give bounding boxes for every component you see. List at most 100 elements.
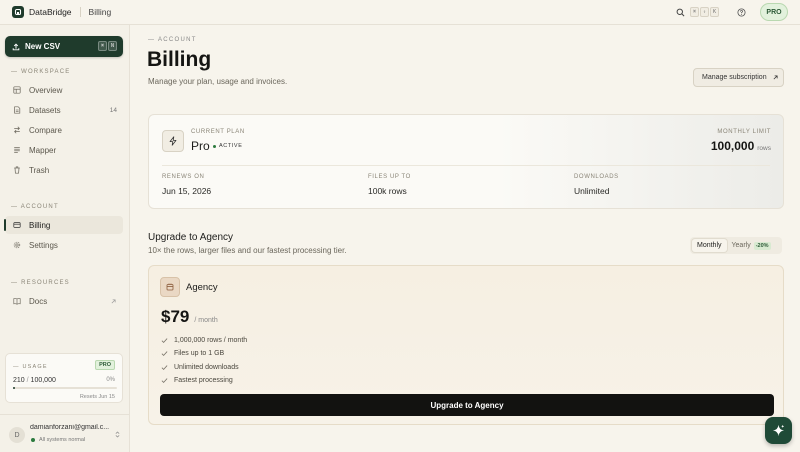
billing-yearly-option[interactable]: Yearly -20% (727, 239, 776, 252)
new-csv-shortcut: ⌘ N (97, 41, 117, 51)
agency-plan-name: Agency (186, 282, 218, 293)
shortcut-key: ⌘ (97, 41, 107, 51)
gear-icon (13, 241, 21, 249)
billing-monthly-option[interactable]: Monthly (692, 239, 727, 252)
user-email: damianforzani@gmail.c... (30, 424, 110, 431)
agency-price: $79 / month (161, 307, 218, 327)
sidebar-item-trash[interactable]: Trash (5, 161, 123, 179)
sidebar-item-billing[interactable]: Billing (4, 216, 123, 234)
usage-percent: 0% (106, 377, 115, 383)
building-icon (160, 277, 180, 297)
grid-icon (13, 86, 21, 94)
sidebar-item-datasets[interactable]: Datasets 14 (5, 101, 123, 119)
databridge-logo-icon (12, 6, 24, 18)
list-item: Files up to 1 GB (161, 347, 247, 360)
feature-label: Files up to 1 GB (174, 350, 225, 358)
agency-feature-list: 1,000,000 rows / month Files up to 1 GB … (161, 334, 247, 387)
main-content: — ACCOUNT Billing Manage your plan, usag… (130, 25, 800, 452)
upgrade-section-title: Upgrade to Agency (148, 232, 234, 243)
page-title: Billing (147, 48, 212, 71)
feature-label: Unlimited downloads (174, 363, 239, 371)
plan-stat-files: FILES UP TO 100k rows (368, 174, 411, 196)
check-icon (161, 338, 168, 344)
sidebar-item-mapper[interactable]: Mapper (5, 141, 123, 159)
billing-period-toggle: Monthly Yearly -20% (690, 237, 782, 254)
brand[interactable]: DataBridge (12, 6, 72, 18)
upgrade-to-agency-button[interactable]: Upgrade to Agency (160, 394, 774, 416)
user-menu[interactable]: D damianforzani@gmail.c... All systems n… (0, 414, 130, 452)
stat-label: FILES UP TO (368, 174, 411, 180)
list-item: Fastest processing (161, 374, 247, 387)
sparkle-icon (772, 424, 785, 437)
shortcut-key: N (107, 41, 117, 51)
feature-label: 1,000,000 rows / month (174, 337, 248, 345)
manage-subscription-button[interactable]: Manage subscription (693, 68, 784, 87)
usage-limit: 100,000 (30, 377, 56, 384)
sidebar: New CSV ⌘ N — WORKSPACE Overview Dataset… (0, 25, 130, 452)
upload-icon (12, 43, 20, 50)
shortcut-key: K (709, 7, 719, 17)
page-subtitle: Manage your plan, usage and invoices. (148, 77, 288, 86)
top-bar: DataBridge Billing ⌘ ⇧ K PRO (0, 0, 800, 25)
breadcrumb-current-page: Billing (88, 7, 112, 17)
plan-stat-renews: RENEWS ON Jun 15, 2026 (162, 174, 211, 196)
stat-value: 100k rows (368, 186, 407, 196)
sidebar-section-resources: — RESOURCES (11, 280, 70, 286)
sparkle-assistant-button[interactable] (765, 417, 792, 444)
stat-label: DOWNLOADS (574, 174, 619, 180)
shortcut-key: ⇧ (699, 7, 709, 17)
current-plan-card: CURRENT PLAN Pro ACTIVE MONTHLY LIMIT 10… (148, 114, 784, 209)
plan-stat-downloads: DOWNLOADS Unlimited (574, 174, 619, 196)
book-icon (13, 298, 21, 305)
new-csv-button[interactable]: New CSV ⌘ N (5, 36, 123, 57)
page-eyebrow: — ACCOUNT (148, 37, 197, 43)
chevron-up-down-icon (115, 431, 120, 438)
list-item: 1,000,000 rows / month (161, 334, 247, 347)
datasets-count-badge: 14 (109, 106, 117, 114)
plan-status-text: ACTIVE (219, 143, 243, 149)
search-shortcut: ⌘ ⇧ K (689, 7, 719, 17)
file-icon (14, 106, 21, 114)
current-plan-name: Pro (191, 139, 210, 153)
sidebar-item-label: Trash (29, 165, 50, 175)
help-icon[interactable] (737, 7, 746, 17)
monthly-limit: 100,000 rows (711, 139, 771, 153)
stat-value: Jun 15, 2026 (162, 186, 212, 196)
status-dot (31, 438, 35, 442)
system-status-text: All systems normal (39, 437, 86, 443)
check-icon (161, 365, 168, 370)
sidebar-item-compare[interactable]: Compare (5, 121, 123, 139)
monthly-limit-unit: rows (757, 145, 771, 152)
usage-card: — USAGE PRO 210 / 100,000 0% Resets Jun … (5, 353, 123, 403)
sidebar-section-workspace: — WORKSPACE (11, 69, 71, 75)
sidebar-item-label: Overview (29, 85, 63, 95)
card-icon (13, 222, 21, 228)
sidebar-item-label: Datasets (29, 105, 61, 115)
sidebar-item-label: Docs (29, 296, 48, 306)
status-dot (213, 144, 216, 148)
usage-reset-text: Resets Jun 15 (79, 394, 115, 400)
list-icon (14, 147, 20, 153)
check-icon (161, 378, 168, 384)
check-icon (161, 351, 168, 357)
upgrade-section-subtitle: 10× the rows, larger files and our faste… (148, 246, 347, 255)
usage-progress-bar (13, 387, 117, 389)
trash-icon (14, 166, 20, 174)
sidebar-item-label: Billing (29, 220, 51, 230)
shortcut-key: ⌘ (689, 7, 699, 17)
sidebar-item-docs[interactable]: Docs (5, 292, 123, 310)
usage-title: — USAGE (13, 364, 48, 370)
monthly-limit-label: MONTHLY LIMIT (717, 129, 771, 135)
plan-divider (162, 165, 770, 166)
yearly-discount-badge: -20% (753, 241, 771, 250)
sidebar-item-settings[interactable]: Settings (5, 236, 123, 254)
feature-label: Fastest processing (174, 377, 233, 385)
sidebar-item-label: Compare (29, 125, 62, 135)
sidebar-item-overview[interactable]: Overview (5, 81, 123, 99)
stat-label: RENEWS ON (162, 174, 205, 180)
plan-badge[interactable]: PRO (760, 3, 788, 21)
search-icon[interactable] (676, 8, 685, 17)
breadcrumb-divider (79, 7, 81, 17)
usage-used: 210 (13, 377, 25, 384)
plan-status-badge: ACTIVE (213, 143, 242, 149)
